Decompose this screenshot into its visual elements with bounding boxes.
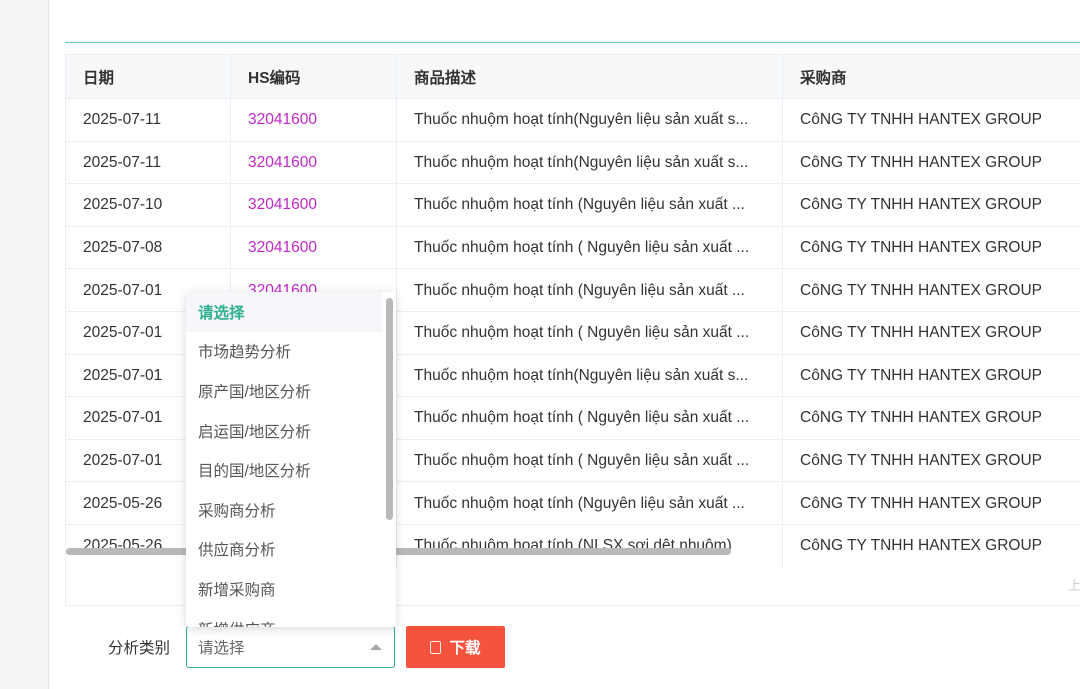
dropdown-scrollbar[interactable] — [386, 298, 393, 520]
cell-buyer: CôNG TY TNHH HANTEX GROUP — [783, 142, 1080, 185]
cell-description: Thuốc nhuộm hoạt tính(Nguyên liệu sản xu… — [397, 99, 783, 142]
table-row[interactable]: 2025-07-08 32041600 Thuốc nhuộm hoạt tính … — [66, 225, 1080, 270]
cell-description: Thuốc nhuộm hoạt tính ( Nguyên liệu sản … — [397, 312, 783, 355]
download-button[interactable]: 下载 — [406, 626, 505, 668]
cell-buyer: CôNG TY TNHH HANTEX GROUP — [783, 440, 1080, 483]
dropdown-option[interactable]: 供应商分析 — [186, 530, 382, 570]
analysis-type-dropdown: 请选择 市场趋势分析 原产国/地区分析 启运国/地区分析 目的国/地区分析 采购商分析 供应… — [186, 292, 396, 627]
header-date[interactable]: 日期 — [66, 55, 231, 98]
cell-description: Thuốc nhuộm hoạt tính (Nguyên liệu sản x… — [397, 269, 783, 312]
horizontal-scrollbar[interactable] — [66, 548, 731, 555]
dropdown-option[interactable]: 新增供应商 — [186, 609, 382, 627]
cell-hs-code[interactable]: 32041600 — [231, 184, 397, 227]
cell-hs-code[interactable]: 32041600 — [231, 141, 397, 185]
cell-buyer: CôNG TY TNHH HANTEX GROUP — [783, 312, 1080, 355]
cell-date: 2025-07-08 — [66, 226, 231, 270]
cell-description: Thuốc nhuộm hoạt tính(Nguyên liệu sản xu… — [397, 354, 783, 398]
pagination-prev[interactable]: 上 — [1068, 575, 1080, 594]
cell-date: 2025-07-11 — [66, 99, 231, 142]
table-header: 日期 HS编码 商品描述 采购商 — [66, 55, 1080, 98]
cell-description: Thuốc nhuộm hoạt tính ( Nguyên liệu sản … — [397, 397, 783, 440]
dropdown-option[interactable]: 市场趋势分析 — [186, 332, 382, 372]
cell-buyer: CôNG TY TNHH HANTEX GROUP — [783, 482, 1080, 525]
table-row[interactable]: 2025-07-11 32041600 Thuốc nhuộm hoạt tính(… — [66, 140, 1080, 185]
cell-buyer: CôNG TY TNHH HANTEX GROUP — [783, 269, 1080, 312]
dropdown-option[interactable]: 原产国/地区分析 — [186, 371, 382, 411]
caret-up-icon — [370, 644, 382, 650]
dropdown-option[interactable]: 目的国/地区分析 — [186, 450, 382, 490]
cell-buyer: CôNG TY TNHH HANTEX GROUP — [783, 355, 1080, 398]
cell-description: Thuốc nhuộm hoạt tính (Nguyên liệu sản x… — [397, 482, 783, 525]
cell-description: Thuốc nhuộm hoạt tính ( Nguyên liệu sản … — [397, 226, 783, 270]
cell-buyer: CôNG TY TNHH HANTEX GROUP — [783, 184, 1080, 227]
table-row[interactable]: 2025-07-10 32041600 Thuốc nhuộm hoạt tính … — [66, 183, 1080, 227]
cell-buyer: CôNG TY TNHH HANTEX GROUP — [783, 99, 1080, 142]
cell-description: Thuốc nhuộm hoạt tính ( Nguyên liệu sản … — [397, 439, 783, 483]
select-placeholder: 请选择 — [198, 640, 245, 657]
download-label: 下载 — [449, 640, 481, 657]
header-hs-code[interactable]: HS编码 — [231, 55, 397, 98]
cell-date: 2025-07-10 — [66, 184, 231, 227]
cell-buyer: CôNG TY TNHH HANTEX GROUP — [783, 227, 1080, 270]
cell-description: Thuốc nhuộm hoạt tính(Nguyên liệu sản xu… — [397, 141, 783, 185]
document-icon — [430, 640, 442, 654]
dropdown-option[interactable]: 启运国/地区分析 — [186, 411, 382, 451]
dropdown-options: 请选择 市场趋势分析 原产国/地区分析 启运国/地区分析 目的国/地区分析 采购商分析 供应… — [186, 292, 396, 627]
analysis-type-label: 分析类别 — [108, 640, 171, 657]
cell-buyer: CôNG TY TNHH HANTEX GROUP — [783, 525, 1080, 568]
cell-description: Thuốc nhuộm hoạt tính (NLSX sợi dệt nhuộ… — [397, 525, 783, 568]
analysis-type-select[interactable]: 请选择 — [186, 626, 395, 668]
cell-hs-code[interactable]: 32041600 — [231, 99, 397, 142]
cell-buyer: CôNG TY TNHH HANTEX GROUP — [783, 397, 1080, 440]
dropdown-option[interactable]: 采购商分析 — [186, 490, 382, 530]
header-description[interactable]: 商品描述 — [397, 55, 783, 98]
dropdown-option[interactable]: 请选择 — [186, 292, 382, 332]
cell-hs-code[interactable]: 32041600 — [231, 226, 397, 270]
cell-date: 2025-07-11 — [66, 141, 231, 185]
top-divider — [65, 42, 1080, 43]
header-buyer[interactable]: 采购商 — [783, 55, 1080, 98]
cell-description: Thuốc nhuộm hoạt tính (Nguyên liệu sản x… — [397, 184, 783, 227]
dropdown-option[interactable]: 新增采购商 — [186, 569, 382, 609]
table-row[interactable]: 2025-07-11 32041600 Thuốc nhuộm hoạt tính(… — [66, 98, 1080, 142]
